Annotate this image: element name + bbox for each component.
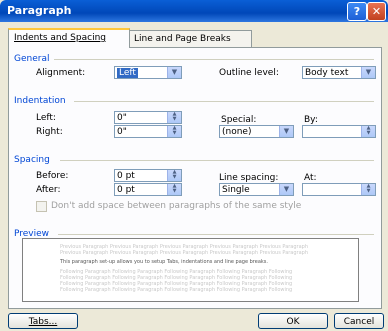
close-button[interactable]: ✕ [367,2,386,21]
spinner-arrows-icon[interactable]: ▲ ▼ [361,126,375,137]
by-spinner[interactable]: ▲ ▼ [302,125,376,138]
close-icon: ✕ [371,5,382,18]
at-label: At: [304,173,317,183]
tabs-button-label: Tabs... [28,317,58,327]
line-spacing-value: Single [222,185,250,195]
help-icon: ? [353,5,361,18]
tab-label: Line and Page Breaks [134,34,231,44]
tab-indents-and-spacing[interactable]: Indents and Spacing [8,28,130,48]
no-space-checkbox[interactable] [36,201,47,212]
spinner-arrows-icon[interactable]: ▲ ▼ [167,170,181,181]
at-spinner[interactable]: ▲ ▼ [302,183,376,196]
right-indent-spinner[interactable]: 0" ▲ ▼ [114,125,182,138]
preview-previous-text: Previous Paragraph Previous Paragraph Pr… [60,250,309,256]
ok-button[interactable]: OK [258,313,328,329]
alignment-select[interactable]: Left ▼ [114,66,182,79]
ok-button-label: OK [286,317,300,327]
general-heading: General [14,54,50,64]
left-indent-spinner[interactable]: 0" ▲ ▼ [114,111,182,124]
outline-level-label: Outline level: [219,68,279,78]
left-indent-value: 0" [117,113,127,123]
special-value: (none) [222,127,252,137]
by-label: By: [304,115,318,125]
chevron-down-icon[interactable]: ▼ [279,184,293,195]
spinner-arrows-icon[interactable]: ▲ ▼ [167,184,181,195]
after-value: 0 pt [117,185,135,195]
line-spacing-select[interactable]: Single ▼ [219,183,294,196]
spinner-arrows-icon[interactable]: ▲ ▼ [167,126,181,137]
general-divider [54,59,374,60]
spacing-heading: Spacing [14,155,50,165]
chevron-down-icon[interactable]: ▼ [361,67,375,78]
before-value: 0 pt [117,171,135,181]
outline-level-select[interactable]: Body text ▼ [302,66,376,79]
before-label: Before: [36,171,69,181]
paragraph-dialog: Paragraph ? ✕ Indents and Spacing Line a… [0,0,388,331]
preview-divider [58,234,374,235]
chevron-down-icon[interactable]: ▼ [279,126,293,137]
left-indent-label: Left: [36,113,56,123]
indentation-heading: Indentation [14,96,66,106]
right-indent-label: Right: [36,127,63,137]
tabs-button[interactable]: Tabs... [8,313,78,329]
chevron-down-icon[interactable]: ▼ [167,67,181,78]
alignment-label: Alignment: [36,68,86,78]
right-indent-value: 0" [117,127,127,137]
cancel-button-label: Cancel [343,317,375,327]
alignment-value: Left [117,68,138,78]
spinner-arrows-icon[interactable]: ▲ ▼ [361,184,375,195]
cancel-button[interactable]: Cancel [334,313,384,329]
after-label: After: [36,185,61,195]
tab-label: Indents and Spacing [14,33,106,43]
spacing-divider [60,160,374,161]
preview-following-text: Following Paragraph Following Paragraph … [60,287,293,293]
after-spinner[interactable]: 0 pt ▲ ▼ [114,183,182,196]
tab-line-and-page-breaks[interactable]: Line and Page Breaks [128,30,252,47]
special-label: Special: [221,115,257,125]
indentation-divider [74,101,374,102]
line-spacing-label: Line spacing: [219,173,279,183]
title-bar[interactable]: Paragraph ? ✕ [0,0,388,22]
outline-level-value: Body text [305,68,349,78]
preview-sample-text: This paragraph set-up allows you to setu… [60,259,268,265]
no-space-checkbox-label: Don't add space between paragraphs of th… [51,201,302,211]
special-select[interactable]: (none) ▼ [219,125,294,138]
help-button[interactable]: ? [347,2,367,21]
before-spinner[interactable]: 0 pt ▲ ▼ [114,169,182,182]
dialog-title: Paragraph [7,4,72,17]
spinner-arrows-icon[interactable]: ▲ ▼ [167,112,181,123]
